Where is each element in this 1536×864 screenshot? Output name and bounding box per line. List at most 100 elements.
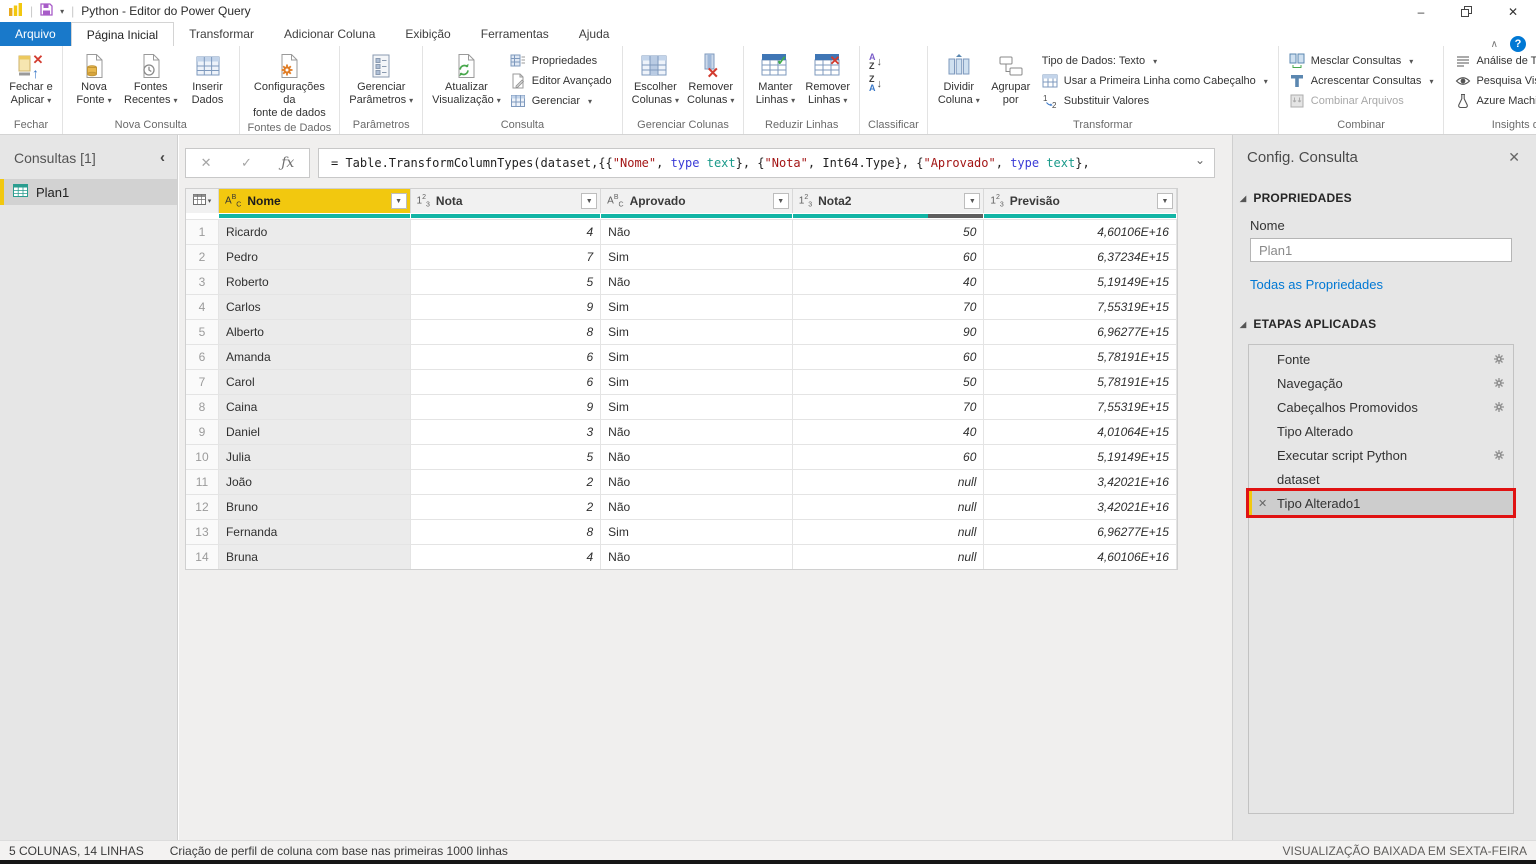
cell-nota2[interactable]: 70 bbox=[793, 295, 985, 319]
cell-nota[interactable]: 4 bbox=[411, 220, 602, 244]
cell-nome[interactable]: Alberto bbox=[219, 320, 411, 344]
tab-ajuda[interactable]: Ajuda bbox=[564, 22, 625, 46]
cell-nome[interactable]: Amanda bbox=[219, 345, 411, 369]
remover-linhas-button[interactable]: ✕Remover Linhas▾ bbox=[802, 49, 853, 108]
remover-colunas-button[interactable]: ✕Remover Colunas▾ bbox=[684, 49, 737, 108]
propriedades-button[interactable]: Propriedades bbox=[506, 51, 616, 71]
restore-button[interactable] bbox=[1444, 0, 1490, 24]
mesclar-consultas-button[interactable]: Mesclar Consultas▾ bbox=[1285, 51, 1438, 71]
cell-previsao[interactable]: 6,96277E+15 bbox=[984, 520, 1177, 544]
formula-input[interactable]: = Table.TransformColumnTypes(dataset,{{"… bbox=[318, 148, 1215, 178]
cell-previsao[interactable]: 6,37234E+15 bbox=[984, 245, 1177, 269]
cell-nota2[interactable]: null bbox=[793, 495, 985, 519]
cell-nota[interactable]: 6 bbox=[411, 345, 602, 369]
cell-nota[interactable]: 8 bbox=[411, 520, 602, 544]
row-number[interactable]: 2 bbox=[186, 245, 219, 269]
cell-previsao[interactable]: 4,01064E+15 bbox=[984, 420, 1177, 444]
collapse-pane-icon[interactable]: ‹ bbox=[160, 149, 165, 166]
cell-nota2[interactable]: 60 bbox=[793, 445, 985, 469]
filter-dropdown-icon[interactable]: ▼ bbox=[1157, 193, 1173, 209]
cell-nome[interactable]: Bruno bbox=[219, 495, 411, 519]
cell-nome[interactable]: Ricardo bbox=[219, 220, 411, 244]
cell-previsao[interactable]: 5,19149E+15 bbox=[984, 270, 1177, 294]
gear-icon[interactable] bbox=[1493, 449, 1505, 461]
cell-aprovado[interactable]: Não bbox=[601, 470, 793, 494]
quick-access-dropdown-icon[interactable]: ▾ bbox=[60, 7, 64, 16]
gear-icon[interactable] bbox=[1493, 377, 1505, 389]
tab-adicionar-coluna[interactable]: Adicionar Coluna bbox=[269, 22, 390, 46]
minimize-button[interactable]: – bbox=[1398, 0, 1444, 24]
cell-nota2[interactable]: null bbox=[793, 520, 985, 544]
query-name-input[interactable] bbox=[1250, 238, 1512, 262]
filter-dropdown-icon[interactable]: ▼ bbox=[964, 193, 980, 209]
all-properties-link[interactable]: Todas as Propriedades bbox=[1250, 277, 1536, 292]
applied-step-tipo-alterado[interactable]: Tipo Alterado bbox=[1249, 419, 1513, 443]
cell-aprovado[interactable]: Sim bbox=[601, 520, 793, 544]
fechar-e-aplicar-button[interactable]: ✕↑Fechar e Aplicar▾ bbox=[6, 49, 56, 108]
filter-dropdown-icon[interactable]: ▼ bbox=[391, 193, 407, 209]
cell-previsao[interactable]: 5,19149E+15 bbox=[984, 445, 1177, 469]
cell-nota[interactable]: 5 bbox=[411, 270, 602, 294]
tab-pagina-inicial[interactable]: Página Inicial bbox=[71, 22, 174, 46]
cell-nota[interactable]: 8 bbox=[411, 320, 602, 344]
save-icon[interactable] bbox=[40, 3, 53, 19]
row-number[interactable]: 9 bbox=[186, 420, 219, 444]
configuracoes-da-fonte-de-dados-button[interactable]: Configurações da fonte de dados bbox=[246, 49, 334, 121]
gear-icon[interactable] bbox=[1493, 401, 1505, 413]
column-header-aprovado[interactable]: ABCAprovado▼ bbox=[601, 189, 793, 213]
tab-arquivo[interactable]: Arquivo bbox=[0, 22, 71, 46]
cell-nota[interactable]: 5 bbox=[411, 445, 602, 469]
row-number[interactable]: 4 bbox=[186, 295, 219, 319]
cell-nota[interactable]: 2 bbox=[411, 470, 602, 494]
cell-nota2[interactable]: null bbox=[793, 470, 985, 494]
cell-nota[interactable]: 4 bbox=[411, 545, 602, 569]
row-number[interactable]: 12 bbox=[186, 495, 219, 519]
filter-dropdown-icon[interactable]: ▼ bbox=[581, 193, 597, 209]
row-number[interactable]: 8 bbox=[186, 395, 219, 419]
cell-nota[interactable]: 7 bbox=[411, 245, 602, 269]
cell-aprovado[interactable]: Não bbox=[601, 445, 793, 469]
cell-aprovado[interactable]: Não bbox=[601, 220, 793, 244]
row-number[interactable]: 13 bbox=[186, 520, 219, 544]
cell-previsao[interactable]: 4,60106E+16 bbox=[984, 220, 1177, 244]
cell-nota[interactable]: 6 bbox=[411, 370, 602, 394]
cell-nota2[interactable]: 70 bbox=[793, 395, 985, 419]
formula-check-icon[interactable]: ✓ bbox=[241, 155, 252, 171]
analise-de-texto-button[interactable]: Análise de Texto bbox=[1450, 51, 1536, 71]
fontes-recentes-button[interactable]: Fontes Recentes▾ bbox=[121, 49, 181, 108]
cell-nota2[interactable]: 40 bbox=[793, 420, 985, 444]
editor-avancado-button[interactable]: Editor Avançado bbox=[506, 71, 616, 91]
azure-machine-learning-button[interactable]: Azure Machine Learning bbox=[1450, 91, 1536, 111]
cell-previsao[interactable]: 4,60106E+16 bbox=[984, 545, 1177, 569]
applied-step-executar-script-python[interactable]: Executar script Python bbox=[1249, 443, 1513, 467]
gear-icon[interactable] bbox=[1493, 353, 1505, 365]
cell-aprovado[interactable]: Sim bbox=[601, 370, 793, 394]
cell-nome[interactable]: Julia bbox=[219, 445, 411, 469]
row-number[interactable]: 11 bbox=[186, 470, 219, 494]
gerenciar-parametros-button[interactable]: Gerenciar Parâmetros▾ bbox=[346, 49, 416, 108]
status-profiling-info[interactable]: Criação de perfil de coluna com base nas… bbox=[170, 844, 508, 858]
cell-nota2[interactable]: null bbox=[793, 545, 985, 569]
filter-dropdown-icon[interactable]: ▼ bbox=[773, 193, 789, 209]
row-number[interactable]: 7 bbox=[186, 370, 219, 394]
row-number[interactable]: 3 bbox=[186, 270, 219, 294]
cell-previsao[interactable]: 5,78191E+15 bbox=[984, 370, 1177, 394]
tab-transformar[interactable]: Transformar bbox=[174, 22, 269, 46]
sort-ascending-button[interactable]: AZ↓ bbox=[866, 51, 885, 73]
cell-nome[interactable]: Carlos bbox=[219, 295, 411, 319]
query-item-plan1[interactable]: Plan1 bbox=[0, 179, 177, 205]
cell-aprovado[interactable]: Não bbox=[601, 495, 793, 519]
pesquisa-visual-button[interactable]: Pesquisa Visual bbox=[1450, 71, 1536, 91]
cell-nota2[interactable]: 60 bbox=[793, 345, 985, 369]
cell-previsao[interactable]: 5,78191E+15 bbox=[984, 345, 1177, 369]
cell-nome[interactable]: Caina bbox=[219, 395, 411, 419]
cell-aprovado[interactable]: Sim bbox=[601, 345, 793, 369]
cell-nota[interactable]: 2 bbox=[411, 495, 602, 519]
column-header-nota2[interactable]: 123Nota2▼ bbox=[793, 189, 985, 213]
cell-nota[interactable]: 9 bbox=[411, 295, 602, 319]
cell-nome[interactable]: Bruna bbox=[219, 545, 411, 569]
applied-step-tipo-alterado1[interactable]: ✕Tipo Alterado1 bbox=[1249, 491, 1513, 515]
tipo-de-dados-texto-button[interactable]: Tipo de Dados: Texto▾ bbox=[1038, 51, 1272, 71]
sort-descending-button[interactable]: ZA↓ bbox=[866, 73, 885, 95]
row-number[interactable]: 14 bbox=[186, 545, 219, 569]
